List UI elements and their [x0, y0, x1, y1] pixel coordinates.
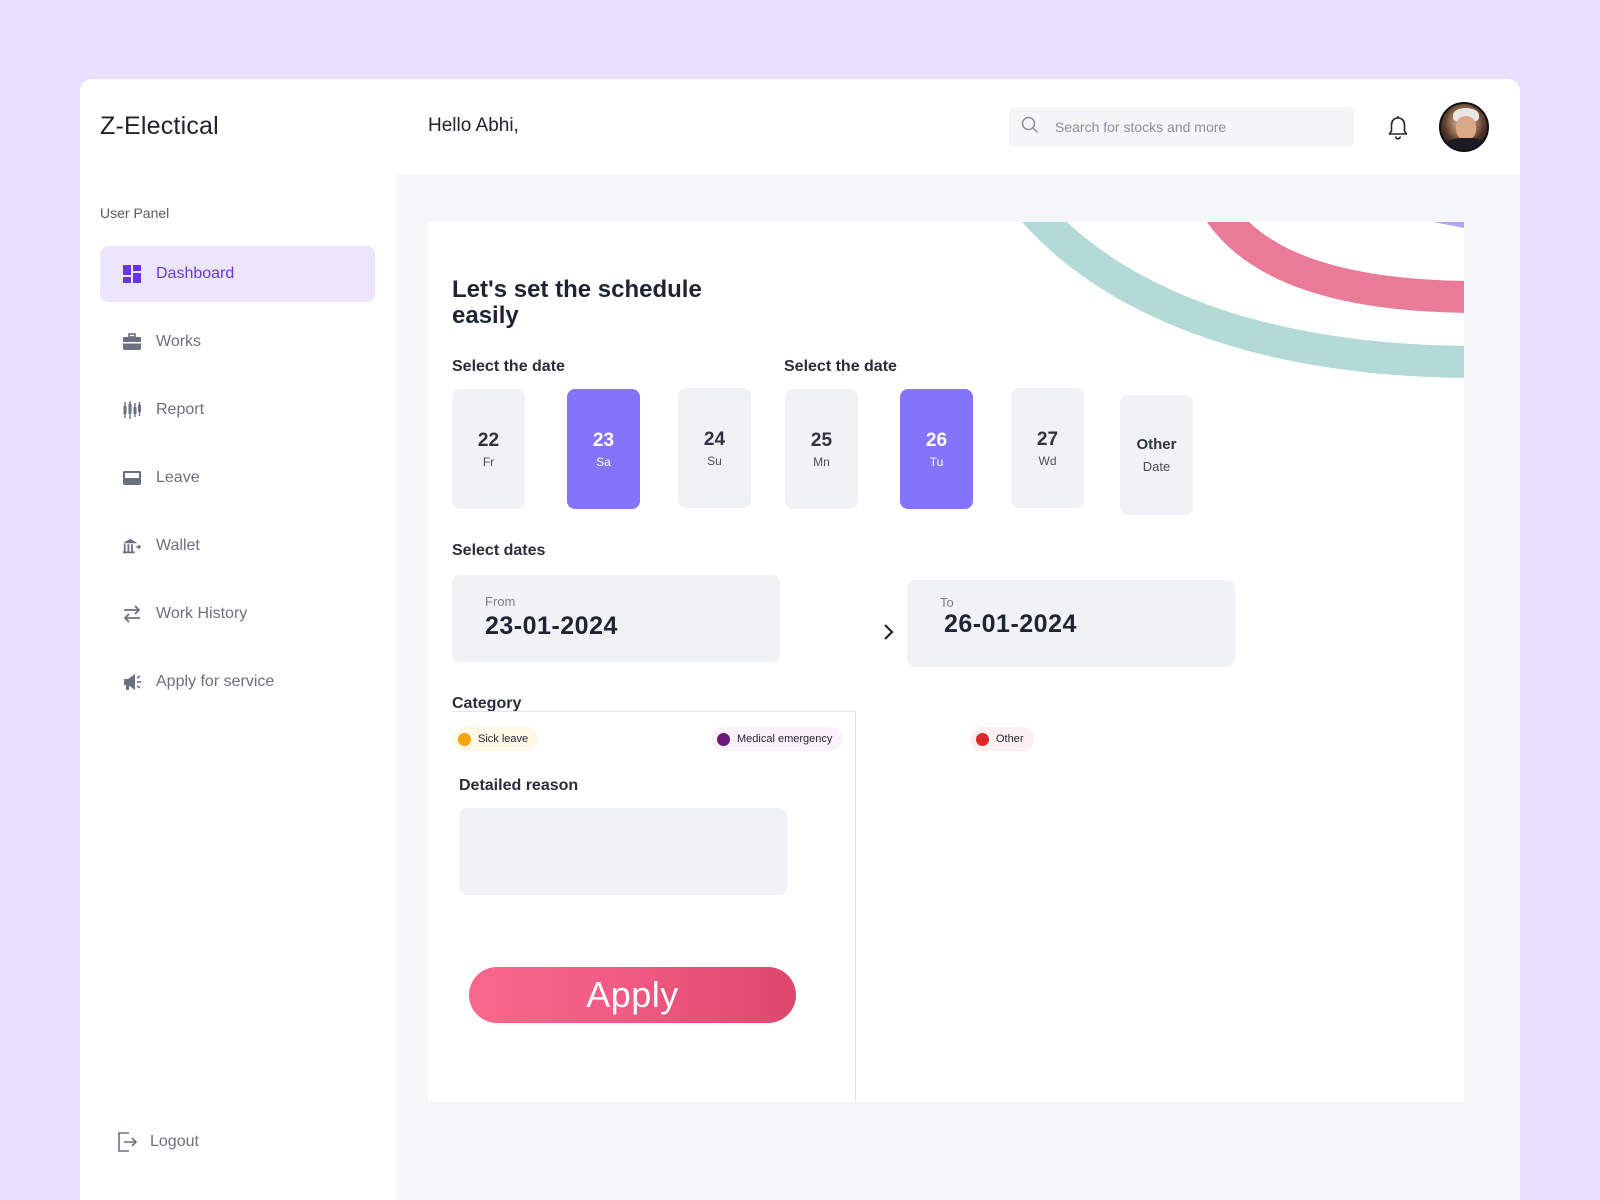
brand-logo: Z-Electical: [100, 112, 219, 140]
date-number: 27: [1036, 428, 1059, 450]
status-dot: [976, 732, 989, 746]
chip-label: Sick leave: [478, 733, 529, 745]
search-input[interactable]: [1055, 119, 1345, 135]
other-date-sublabel: Date: [1142, 459, 1171, 474]
sidebar-item-label: Works: [156, 333, 202, 350]
date-number: 23: [592, 429, 615, 451]
select-date-label: Select the date: [784, 358, 897, 375]
from-date-field[interactable]: From 23-01-2024: [452, 575, 780, 662]
date-number: 26: [925, 429, 948, 451]
apply-button[interactable]: Apply: [469, 967, 796, 1023]
chip-label: Medical emergency: [737, 733, 833, 745]
date-tile-27[interactable]: 27 Wd: [1011, 388, 1084, 508]
sidebar-item-wallet[interactable]: Wallet: [100, 518, 375, 574]
detailed-reason-input[interactable]: [459, 808, 787, 895]
date-day: Tu: [929, 454, 944, 469]
user-avatar[interactable]: [1439, 102, 1489, 152]
search-bar[interactable]: [1009, 107, 1354, 147]
date-day: Sa: [596, 454, 611, 469]
sidebar: Z-Electical User Panel Dashboard Works R…: [80, 79, 396, 1200]
date-number: 25: [810, 429, 833, 451]
sidebar-item-dashboard[interactable]: Dashboard: [100, 246, 375, 302]
date-day: Su: [707, 453, 722, 468]
sidebar-item-label: Work History: [156, 605, 248, 622]
other-date-tile[interactable]: Other Date: [1120, 395, 1193, 515]
category-panel: [452, 711, 856, 1102]
sidebar-item-label: Report: [156, 401, 205, 418]
status-dot: [717, 732, 730, 746]
avatar-face: [1456, 116, 1476, 140]
to-label: To: [940, 595, 954, 610]
sidebar-item-label: Leave: [156, 469, 200, 486]
swap-arrows-icon: [122, 604, 142, 624]
select-dates-label: Select dates: [452, 542, 546, 559]
from-value: 23-01-2024: [485, 612, 618, 640]
date-tile-25[interactable]: 25 Mn: [785, 389, 858, 509]
category-chip-medical-emergency[interactable]: Medical emergency: [711, 727, 843, 751]
sidebar-item-label: Dashboard: [156, 265, 235, 282]
date-number: 24: [703, 428, 726, 450]
sidebar-item-label: Wallet: [156, 537, 200, 554]
sidebar-item-label: Apply for service: [156, 673, 275, 690]
sidebar-item-works[interactable]: Works: [100, 314, 375, 370]
app-window: Z-Electical User Panel Dashboard Works R…: [80, 79, 1520, 1200]
date-number: 22: [477, 429, 500, 451]
from-label: From: [485, 594, 516, 609]
megaphone-icon: [122, 672, 142, 692]
status-dot: [458, 732, 471, 746]
sidebar-item-apply-for-service[interactable]: Apply for service: [100, 654, 375, 710]
avatar-suit: [1445, 138, 1487, 150]
category-chip-other[interactable]: Other: [970, 727, 1034, 751]
other-date-label: Other: [1136, 436, 1177, 453]
sidebar-nav: Dashboard Works Report Leave Wallet Work…: [100, 246, 375, 722]
logout-button[interactable]: Logout: [116, 1131, 199, 1153]
chip-label: Other: [996, 733, 1024, 745]
bell-icon[interactable]: [1386, 115, 1410, 141]
sidebar-item-work-history[interactable]: Work History: [100, 586, 375, 642]
detailed-reason-label: Detailed reason: [459, 777, 579, 794]
dashboard-icon: [122, 264, 142, 284]
panel-label: User Panel: [100, 205, 170, 221]
category-chip-sick-leave[interactable]: Sick leave: [452, 727, 539, 751]
bank-icon: [122, 536, 142, 556]
select-date-label: Select the date: [452, 358, 565, 375]
leave-schedule-card: Let's set the schedule easily Select the…: [428, 222, 1464, 1102]
to-date-field[interactable]: To 26-01-2024: [907, 580, 1235, 667]
logout-label: Logout: [150, 1133, 199, 1150]
date-day: Fr: [482, 454, 495, 469]
date-day: Mn: [813, 454, 830, 469]
date-tile-23[interactable]: 23 Sa: [567, 389, 640, 509]
page-title: Let's set the schedule easily: [452, 276, 702, 329]
date-day: Wd: [1038, 453, 1057, 468]
logout-icon: [116, 1131, 138, 1153]
inbox-icon: [122, 468, 142, 488]
chevron-right-icon: [884, 624, 894, 640]
briefcase-icon: [122, 332, 142, 352]
date-tile-24[interactable]: 24 Su: [678, 388, 751, 508]
greeting: Hello Abhi,: [428, 115, 519, 136]
date-tile-26[interactable]: 26 Tu: [900, 389, 973, 509]
candlestick-chart-icon: [122, 400, 142, 420]
sidebar-item-leave[interactable]: Leave: [100, 450, 375, 506]
to-value: 26-01-2024: [944, 610, 1077, 638]
date-tile-22[interactable]: 22 Fr: [452, 389, 525, 509]
search-icon: [1021, 116, 1039, 139]
sidebar-item-report[interactable]: Report: [100, 382, 375, 438]
